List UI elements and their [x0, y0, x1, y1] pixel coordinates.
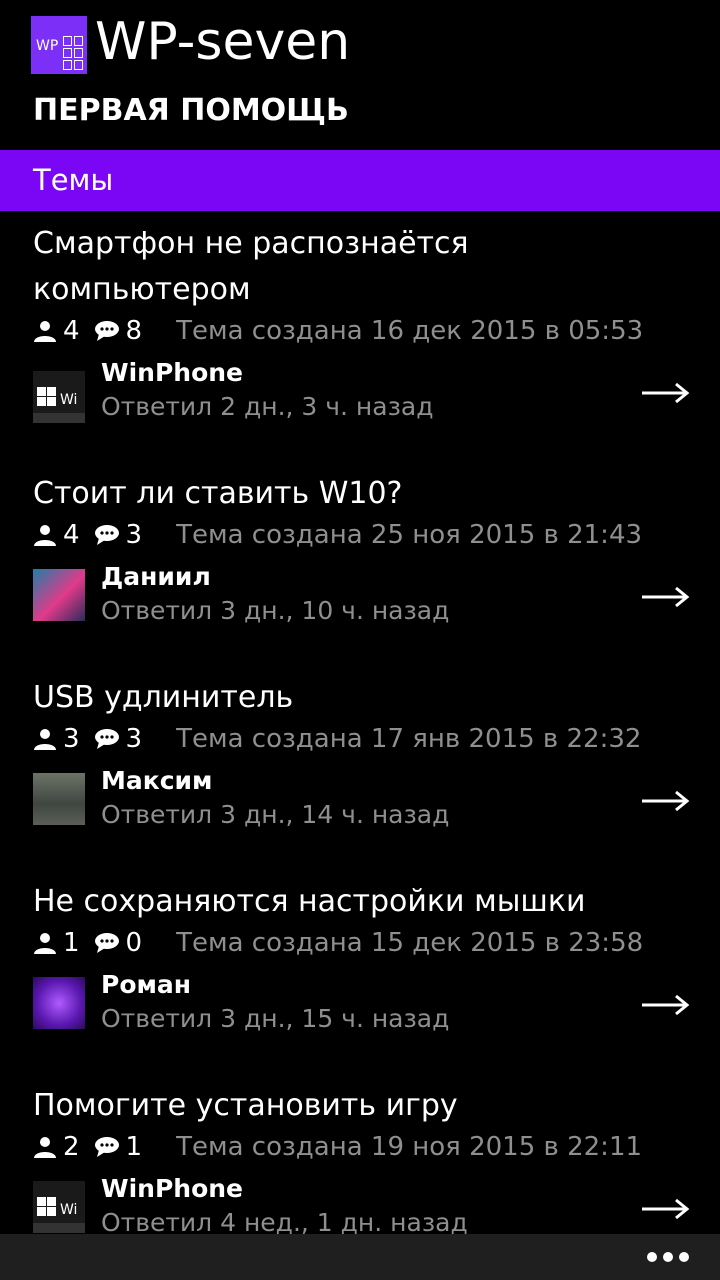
- app-title: WP-seven: [95, 12, 351, 72]
- avatar: Wi: [33, 1181, 85, 1233]
- arrow-right-icon[interactable]: [640, 1194, 690, 1224]
- topic-item[interactable]: Смартфон не распознаётся компьютером 4 8 Т…: [0, 221, 720, 441]
- reply-time: Ответил 3 дн., 10 ч. назад: [101, 596, 450, 625]
- comments-count: 8: [125, 315, 143, 346]
- speech-bubble-icon: [94, 524, 119, 545]
- created-date: Тема создана 25 ноя 2015 в 21:43: [176, 519, 643, 550]
- topic-meta: 4 3 Тема создана 25 ноя 2015 в 21:43: [33, 519, 642, 551]
- avatar: [33, 569, 85, 621]
- author-name: WinPhone: [101, 1174, 243, 1203]
- arrow-right-icon[interactable]: [640, 378, 690, 408]
- reply-time: Ответил 3 дн., 15 ч. назад: [101, 1004, 450, 1033]
- logo-text: WP: [36, 38, 59, 54]
- person-icon: [34, 320, 56, 342]
- users-count: 1: [63, 927, 80, 958]
- app-bar: [0, 1234, 720, 1280]
- comments-count: 1: [125, 1131, 143, 1162]
- topic-item[interactable]: Стоит ли ставить W10? 4 3 Тема создана 25 …: [0, 471, 720, 651]
- speech-bubble-icon: [94, 932, 119, 953]
- section-label: Темы: [33, 163, 114, 197]
- created-date: Тема создана 16 дек 2015 в 05:53: [176, 315, 644, 346]
- topic-meta: 3 3 Тема создана 17 янв 2015 в 22:32: [33, 723, 641, 755]
- users-count: 3: [63, 723, 80, 754]
- speech-bubble-icon: [94, 1136, 119, 1157]
- svg-text:Wi: Wi: [60, 1202, 77, 1218]
- speech-bubble-icon: [94, 320, 119, 341]
- comments-count: 3: [125, 519, 143, 550]
- users-count: 4: [63, 519, 80, 550]
- speech-bubble-icon: [94, 728, 119, 749]
- avatar: Wi: [33, 371, 85, 423]
- topic-title: Смартфон не распознаётся компьютером: [33, 226, 469, 307]
- reply-time: Ответил 4 нед., 1 дн. назад: [101, 1208, 468, 1234]
- reply-time: Ответил 3 дн., 14 ч. назад: [101, 800, 450, 829]
- person-icon: [34, 932, 56, 954]
- topic-title: USB удлинитель: [33, 680, 294, 715]
- topic-title: Помогите установить игру: [33, 1088, 458, 1123]
- ellipsis-icon[interactable]: [646, 1246, 690, 1268]
- person-icon: [34, 728, 56, 750]
- arrow-right-icon[interactable]: [640, 786, 690, 816]
- person-icon: [34, 524, 56, 546]
- topic-title: Не сохраняются настройки мышки: [33, 884, 586, 919]
- app-logo: WP: [31, 16, 87, 74]
- reply-time: Ответил 2 дн., 3 ч. назад: [101, 392, 434, 421]
- topic-item[interactable]: USB удлинитель 3 3 Тема создана 17 янв 201…: [0, 675, 720, 855]
- created-date: Тема создана 19 ноя 2015 в 22:11: [176, 1131, 643, 1162]
- author-name: Даниил: [101, 562, 211, 591]
- comments-count: 0: [125, 927, 143, 958]
- topic-meta: 1 0 Тема создана 15 дек 2015 в 23:58: [33, 927, 643, 959]
- created-date: Тема создана 17 янв 2015 в 22:32: [176, 723, 642, 754]
- topic-item[interactable]: Не сохраняются настройки мышки 1 0 Тема со…: [0, 879, 720, 1059]
- users-count: 4: [63, 315, 80, 346]
- avatar: [33, 773, 85, 825]
- app-header: WP WP-seven ПЕРВАЯ ПОМОЩЬ: [0, 0, 720, 150]
- author-name: Максим: [101, 766, 213, 795]
- created-date: Тема создана 15 дек 2015 в 23:58: [176, 927, 644, 958]
- topic-meta: 2 1 Тема создана 19 ноя 2015 в 22:11: [33, 1131, 642, 1163]
- topic-item[interactable]: Помогите установить игру 2 1 Тема создана …: [0, 1083, 720, 1234]
- windows-grid-icon: [63, 36, 83, 70]
- topic-title: Стоит ли ставить W10?: [33, 476, 403, 511]
- svg-text:Wi: Wi: [60, 392, 77, 408]
- arrow-right-icon[interactable]: [640, 990, 690, 1020]
- topic-meta: 4 8 Тема создана 16 дек 2015 в 05:53: [33, 315, 643, 347]
- avatar: [33, 977, 85, 1029]
- author-name: WinPhone: [101, 358, 243, 387]
- users-count: 2: [63, 1131, 80, 1162]
- author-name: Роман: [101, 970, 192, 999]
- comments-count: 3: [125, 723, 143, 754]
- page-title: ПЕРВАЯ ПОМОЩЬ: [33, 93, 349, 128]
- section-header: Темы: [0, 150, 720, 211]
- arrow-right-icon[interactable]: [640, 582, 690, 612]
- person-icon: [34, 1136, 56, 1158]
